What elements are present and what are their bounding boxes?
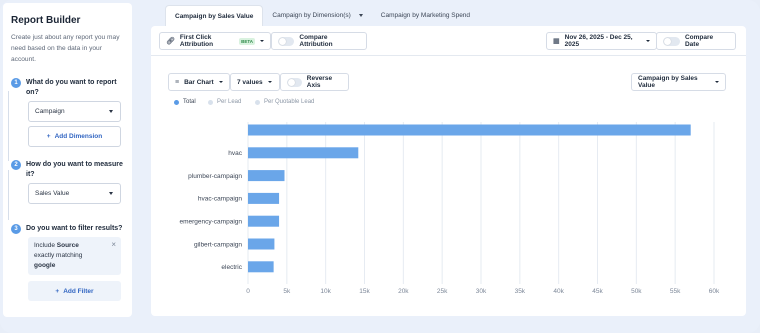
add-dimension-label: Add Dimension: [54, 133, 103, 140]
x-tick-label: 5k: [283, 288, 291, 295]
plus-icon: +: [55, 287, 60, 295]
sidebar-description: Create just about any report you may nee…: [11, 34, 120, 63]
tab-campaign-by-sales-value[interactable]: Campaign by Sales Value: [165, 5, 264, 26]
report-builder-sidebar: Report Builder Create just about any rep…: [3, 3, 132, 317]
step-number: 3: [11, 224, 21, 234]
chevron-down-icon: [358, 14, 363, 17]
filter-value: google: [34, 262, 56, 269]
measure-select[interactable]: Sales Value: [28, 183, 121, 204]
step-number: 1: [11, 78, 21, 88]
report-tabs: Campaign by Sales Value Campaign by Dime…: [165, 5, 479, 26]
step-2: 2 How do you want to measure it? Sales V…: [11, 160, 124, 204]
x-tick-label: 50k: [631, 288, 642, 295]
report-on-select[interactable]: Campaign: [28, 101, 121, 122]
step-connector: [7, 170, 9, 220]
category-label: hvac-campaign: [198, 196, 242, 203]
bar[interactable]: [248, 261, 274, 273]
close-icon[interactable]: ×: [111, 240, 116, 250]
step-question: Do you want to filter results?: [26, 225, 123, 232]
add-filter-button[interactable]: + Add Filter: [28, 281, 121, 301]
category-label: hvac: [228, 150, 242, 157]
category-label: gilbert-campaign: [194, 241, 242, 248]
x-tick-label: 20k: [398, 288, 409, 295]
category-label: emergency-campaign: [179, 219, 242, 226]
step-1: 1 What do you want to report on? Campaig…: [11, 78, 124, 147]
tab-label: Campaign by Dimension(s): [272, 12, 351, 19]
x-tick-label: 10k: [320, 288, 331, 295]
tab-campaign-by-dimensions[interactable]: Campaign by Dimension(s): [263, 5, 371, 26]
x-tick-label: 25k: [437, 288, 448, 295]
chevron-down-icon: [109, 192, 113, 195]
step-question: How do you want to measure it?: [26, 161, 123, 178]
x-tick-label: 0: [246, 288, 250, 295]
x-tick-label: 40k: [553, 288, 564, 295]
bar[interactable]: [248, 147, 359, 159]
bar[interactable]: [248, 124, 691, 136]
category-label: electric: [221, 264, 242, 271]
tab-campaign-by-marketing-spend[interactable]: Campaign by Marketing Spend: [372, 5, 479, 26]
step-3: 3 Do you want to filter results? Include…: [11, 224, 124, 301]
bar[interactable]: [248, 238, 275, 250]
step-connector: [7, 91, 9, 161]
filter-match-text: exactly matching: [34, 252, 83, 259]
x-tick-label: 55k: [670, 288, 681, 295]
tab-label: Campaign by Marketing Spend: [380, 12, 471, 19]
step-number: 2: [11, 160, 21, 170]
bar[interactable]: [248, 192, 280, 204]
step-question: What do you want to report on?: [26, 79, 117, 96]
x-tick-label: 35k: [515, 288, 526, 295]
plus-icon: +: [46, 133, 51, 140]
select-value: Campaign: [35, 108, 65, 115]
select-value: Sales Value: [35, 190, 70, 197]
x-tick-label: 15k: [359, 288, 370, 295]
tab-label: Campaign by Sales Value: [175, 12, 254, 20]
sidebar-title: Report Builder: [11, 15, 81, 26]
filter-chip: Include Source exactly matching google ×: [28, 237, 121, 275]
bar[interactable]: [248, 215, 280, 227]
bar[interactable]: [248, 170, 285, 182]
filter-include-text: Include: [34, 242, 55, 249]
bar-chart: 0 5k 10k 15k 20k 25k 30k 35k 40k 45k 50k 55k 60k hvac…: [179, 122, 720, 295]
chevron-down-icon: [109, 110, 113, 113]
add-filter-label: Add Filter: [63, 287, 94, 295]
x-tick-label: 45k: [592, 288, 603, 295]
x-tick-label: 30k: [476, 288, 487, 295]
add-dimension-button[interactable]: + Add Dimension: [28, 126, 121, 147]
report-panel: 🔗︎ First Click Attribution BETA Compare …: [151, 26, 746, 316]
category-label: plumber-campaign: [188, 173, 242, 180]
filter-field: Source: [56, 242, 79, 249]
x-tick-label: 60k: [709, 288, 720, 295]
